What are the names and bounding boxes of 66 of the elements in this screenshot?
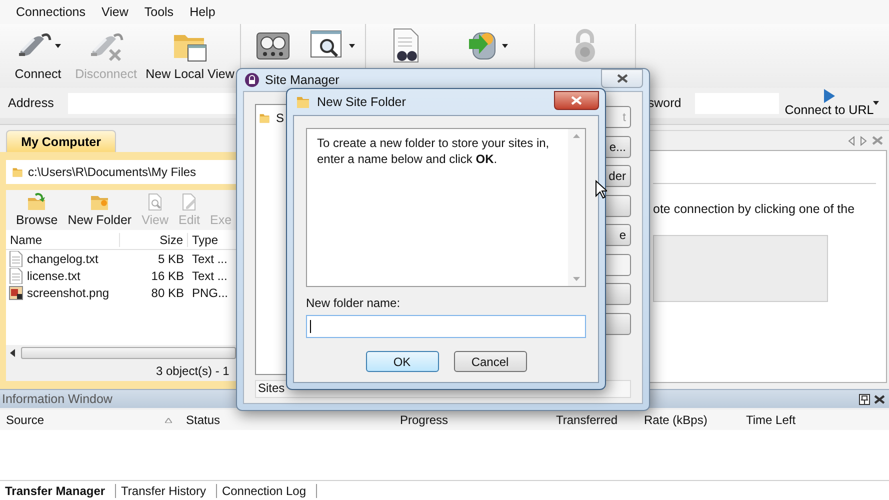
dialog-title: New Site Folder xyxy=(317,95,407,109)
file-name-cell[interactable]: changelog.txt xyxy=(6,250,120,266)
dialog-button[interactable]: OK xyxy=(366,351,438,372)
menu-item[interactable]: Help xyxy=(184,3,222,21)
table-cell-text: Text ... xyxy=(191,268,228,282)
bottom-tab[interactable]: Transfer Manager xyxy=(0,484,116,498)
close-icon xyxy=(571,96,582,104)
file-name-cell[interactable]: screenshot.png xyxy=(6,286,120,300)
dialog-button[interactable]: Cancel xyxy=(454,351,526,372)
folder-arrow-icon xyxy=(26,193,47,211)
path-field[interactable]: c:\Users\R\Documents\My Files xyxy=(6,160,236,184)
table-cell-text: PNG... xyxy=(191,286,230,300)
menu-item[interactable]: View xyxy=(96,3,134,21)
action-button[interactable]: New Folder xyxy=(68,193,132,230)
action-button[interactable]: Browse xyxy=(16,193,58,230)
table-cell-text: 16 KB xyxy=(150,268,185,282)
column-header[interactable]: Progress xyxy=(394,413,550,427)
table-cell-text: Text ... xyxy=(191,252,228,266)
table-cell-text: 5 KB xyxy=(156,252,185,266)
address-label: Address xyxy=(8,96,54,110)
tab-left-icon[interactable] xyxy=(848,136,855,146)
close-icon xyxy=(872,136,883,145)
dialog-title: Site Manager xyxy=(265,73,340,87)
menu-item[interactable]: Tools xyxy=(138,3,180,21)
caret-icon xyxy=(873,101,880,105)
toolbar-button[interactable]: Connect xyxy=(8,28,68,86)
column-header[interactable]: Rate (kBps) xyxy=(638,413,740,427)
bottom-tab[interactable]: Connection Log xyxy=(216,484,318,498)
text-file-icon xyxy=(9,250,23,266)
table-cell-text: 80 KB xyxy=(150,286,185,300)
connect-to-url-button[interactable]: Connect to URL xyxy=(785,89,874,117)
remote-message: ote connection by clicking one of the xyxy=(653,202,856,216)
column-header[interactable]: Name xyxy=(6,232,120,246)
gauge-panel-icon xyxy=(256,31,290,61)
file-name-cell[interactable]: license.txt xyxy=(6,268,120,284)
document-pencil-icon xyxy=(180,193,198,211)
close-button[interactable] xyxy=(554,90,599,110)
folder-icon xyxy=(295,95,311,109)
play-icon xyxy=(823,89,836,103)
status-text: 3 object(s) - 1 xyxy=(156,364,230,378)
instruction-text: To create a new folder to store your sites in, enter a name below and click OK. xyxy=(316,135,550,168)
image-file-icon xyxy=(9,286,23,300)
pin-icon[interactable] xyxy=(859,394,870,404)
field-label: New folder name: xyxy=(306,296,402,310)
column-header[interactable]: Size xyxy=(120,232,188,246)
toolbar-button[interactable]: New Local View xyxy=(144,28,236,86)
folder-icon xyxy=(90,193,110,211)
tab-right-icon[interactable] xyxy=(860,136,867,146)
document-magnifier-icon xyxy=(146,193,164,211)
bottom-tab[interactable]: Transfer History xyxy=(116,484,217,498)
scroll-left-icon[interactable] xyxy=(10,349,15,357)
folder-name-field[interactable] xyxy=(306,315,586,338)
text-file-icon xyxy=(9,268,23,284)
close-button[interactable] xyxy=(601,68,643,88)
close-icon xyxy=(874,394,885,404)
information-window-title: Information Window xyxy=(2,392,114,406)
column-header[interactable]: Status xyxy=(180,413,394,427)
panel-tab[interactable]: My Computer xyxy=(6,130,116,152)
column-header[interactable]: Source xyxy=(0,413,180,427)
tree-item[interactable]: S xyxy=(259,109,585,127)
menu-item[interactable]: Connections xyxy=(10,3,92,21)
horizontal-scrollbar[interactable] xyxy=(6,345,236,361)
lock-badge-icon xyxy=(245,73,259,87)
cursor-icon xyxy=(595,180,607,199)
column-header[interactable]: Transferred xyxy=(550,413,638,427)
close-icon xyxy=(616,74,628,82)
